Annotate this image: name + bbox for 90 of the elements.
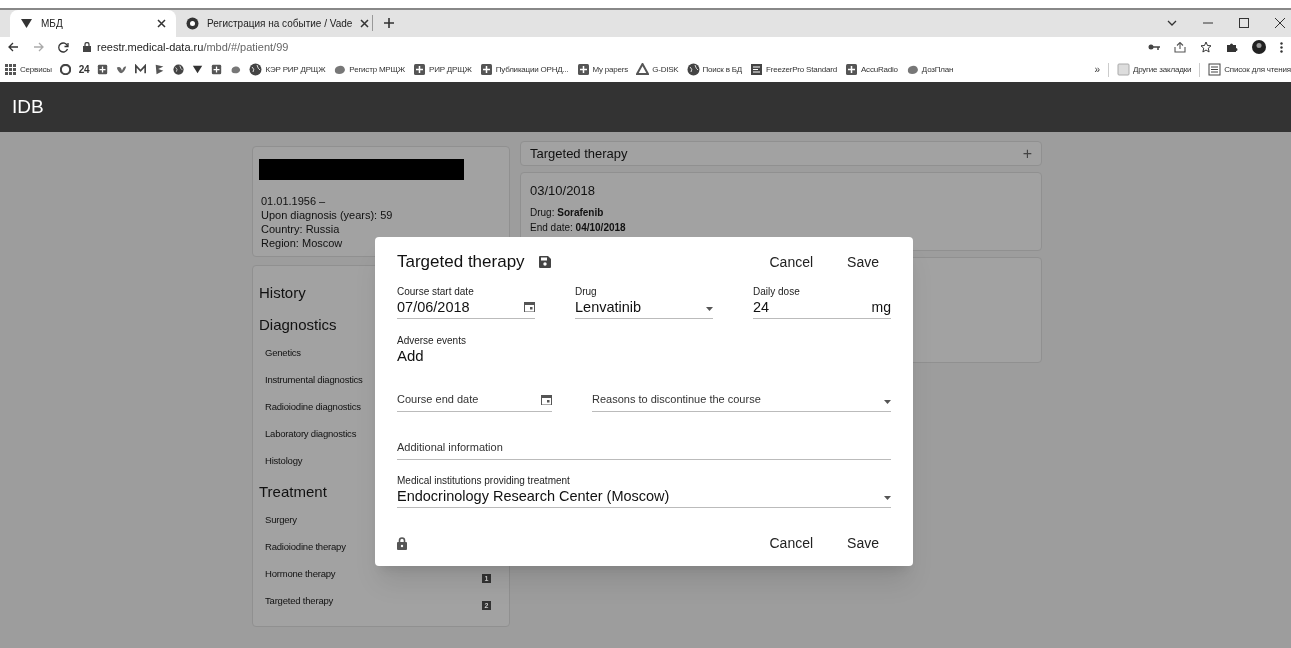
input-field[interactable]: Additional information [397,426,891,460]
bookmark-link[interactable]: ДозПлан [905,63,954,76]
square-icon [413,63,426,76]
square-bookmark-icon[interactable] [211,64,223,75]
logo-icon [20,17,33,30]
square-icon [479,63,493,76]
section-title: Targeted therapy [530,144,629,163]
cancel-button[interactable]: Cancel [757,249,826,275]
site-icon [186,17,199,30]
save-button[interactable]: Save [835,249,891,275]
patient-info-text: Region: Moscow [260,236,344,250]
flag-bookmark-icon[interactable] [154,64,166,75]
field-label: Adverse events [397,334,467,348]
nav-item[interactable]: Targeted therapy [265,594,482,609]
bookmark-link[interactable]: Сервисы [4,63,52,76]
puzzle-icon[interactable] [1226,41,1238,53]
bookmark-link[interactable]: G-DISK [636,63,679,76]
globe-icon [249,63,263,76]
square-icon [844,63,858,76]
bookmark-link[interactable]: Поиск в БД [686,63,743,76]
back-icon[interactable] [8,42,19,52]
select-field[interactable]: Drug Lenvatinib [575,285,713,319]
cloud-bookmark-icon[interactable] [230,64,242,75]
globe-icon [686,63,700,76]
browser-tab[interactable]: МБД [10,10,176,37]
close-icon[interactable] [1275,18,1285,28]
list-icon [1208,63,1222,76]
add-button[interactable]: + [1022,141,1032,166]
close-icon[interactable] [157,19,166,28]
square-icon [576,63,590,76]
bookmark-link[interactable]: РИР ДРЩЖ [413,63,472,76]
bookmark-link[interactable]: 24 [78,62,90,77]
dropdown-caret-icon[interactable] [884,496,891,500]
save-button[interactable]: Save [835,530,891,556]
date-field[interactable]: Course start date 07/06/2018 [397,285,535,319]
bookmark-link[interactable]: AccuRadio [844,63,898,76]
lock-icon [83,42,91,52]
input-field[interactable]: Daily dose 24 mg [753,285,891,319]
entry-date: 03/10/2018 [530,182,597,200]
entry-detail-text: Drug: Sorafenib [530,205,605,220]
bookmark-link[interactable]: Публикации ОРНД... [479,63,569,76]
folder-icon [1116,63,1130,76]
lock-icon [397,536,407,550]
cloud-icon [333,63,347,76]
calendar-icon[interactable] [524,301,535,312]
calendar-icon[interactable] [541,394,552,405]
date-field[interactable]: Course end date [397,378,552,412]
dialog-title: Targeted therapy [397,251,525,274]
patient-info-text: Upon diagnosis (years): 59 [260,208,394,222]
dropdown-caret-icon[interactable] [884,400,891,404]
maximize-icon[interactable] [1239,18,1249,28]
dropdown-caret-icon[interactable] [706,307,713,311]
m-bookmark-icon[interactable] [135,64,147,75]
add-link[interactable]: Add [397,348,891,364]
avatar-icon[interactable] [1252,40,1266,54]
square-bookmark-icon[interactable] [97,64,109,75]
new-tab-icon[interactable] [383,17,395,29]
logo-bookmark-icon[interactable] [192,64,204,75]
more-icon[interactable] [1280,41,1283,53]
app-title: IDB [12,94,44,119]
ring-bookmark-icon[interactable] [59,64,71,75]
bookmark-link[interactable]: Другие закладки [1116,63,1192,76]
globe-bookmark-icon[interactable] [173,64,185,75]
bookmark-link[interactable]: Список для чтения [1208,63,1291,76]
document-icon [750,63,764,76]
close-icon[interactable] [360,19,370,28]
bookmark-link[interactable]: FreezerPro Standard [750,63,837,76]
nav-item[interactable]: Hormone therapy [265,567,482,582]
save-icon[interactable] [538,256,551,268]
key-icon[interactable] [1148,43,1160,51]
cloud-icon [905,63,919,76]
apps-grid-icon [4,63,17,76]
bookmark-link[interactable]: My papers [576,63,629,76]
cancel-button[interactable]: Cancel [757,530,826,556]
triangle-icon [636,63,650,76]
entry-detail-text: End date: 04/10/2018 [530,220,627,235]
bookmark-link[interactable]: Регистр МРЩЖ [333,63,405,76]
share-icon[interactable] [1174,41,1186,53]
more-bookmarks-button[interactable]: » [1094,62,1100,77]
patient-info-text: Country: Russia [260,222,341,236]
bookmark-link[interactable]: КЭР РИР ДРЩЖ [249,63,326,76]
select-field[interactable]: Reasons to discontinue the course [592,378,891,412]
star-icon[interactable] [1200,41,1212,53]
address-bar[interactable]: reestr.medical-data.ru/mbd/#/patient/99 [83,38,1134,56]
chevron-down-icon[interactable] [1167,20,1177,26]
bird-bookmark-icon[interactable] [116,64,128,75]
select-field[interactable]: Medical institutions providing treatment Endocrinology Research Center (Moscow) [397,474,891,508]
url-text[interactable]: reestr.medical-data.ru/mbd/#/patient/99 [97,38,289,56]
reload-icon[interactable] [58,41,69,53]
patient-info-text: 01.01.1956 – [260,194,327,208]
